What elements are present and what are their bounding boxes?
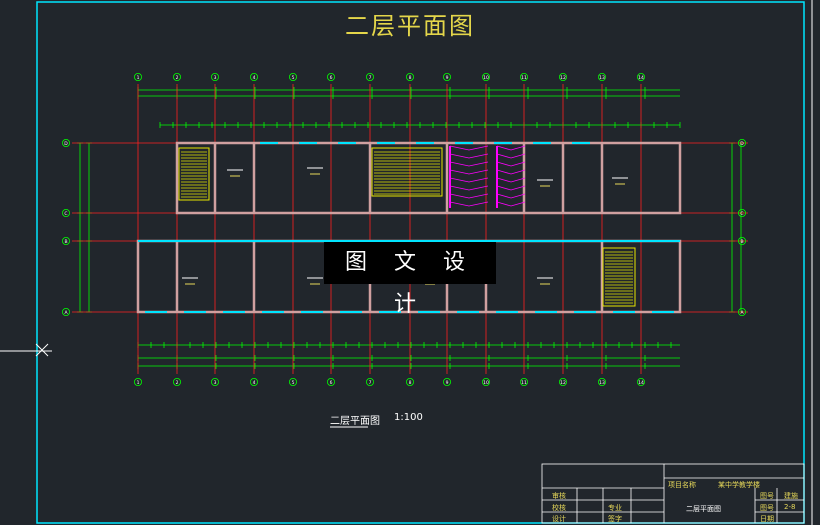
axis-number: 10 [483, 75, 489, 81]
axis-number: 9 [446, 380, 449, 386]
toilet-fixture [449, 193, 489, 199]
axis-number: 14 [638, 380, 644, 386]
drawing-scale: 1:100 [394, 412, 423, 423]
axis-letter: C [740, 211, 743, 217]
axis-letter: B [64, 239, 67, 245]
toilet-fixture [496, 185, 526, 191]
toilets [449, 145, 526, 208]
tb-right-label-3: 日期 [760, 515, 774, 523]
axis-number: 3 [214, 75, 217, 81]
axis-number: 8 [409, 75, 412, 81]
north-wing-walls [175, 141, 682, 215]
tb-row-label-2: 校核 [552, 504, 566, 512]
axis-number: 12 [560, 75, 566, 81]
axis-letter: D [64, 141, 68, 147]
axis-number: 5 [292, 75, 295, 81]
axis-number: 2 [176, 380, 179, 386]
toilet-fixture [449, 201, 489, 207]
axis-number: 6 [330, 75, 333, 81]
toilet-fixture [449, 161, 489, 167]
tb-right-value-1: 建施 [784, 492, 798, 500]
drawing-caption: 二层平面图 [330, 416, 380, 427]
drawing-title: 二层平面图 [345, 12, 475, 40]
axis-number: 2 [176, 75, 179, 81]
tb-mid-label-1: 专业 [608, 504, 622, 512]
axis-number: 13 [599, 380, 605, 386]
stair-outline [178, 147, 210, 201]
toilet-fixture [449, 145, 489, 151]
toilet-fixture [496, 193, 526, 199]
axis-letter: D [740, 141, 744, 147]
tb-project-label: 项目名称 [668, 481, 696, 489]
axis-number: 4 [253, 380, 256, 386]
toilet-fixture [449, 169, 489, 175]
tb-project-value: 某中学教学楼 [718, 481, 760, 489]
tb-right-value-2: 2-8 [784, 503, 796, 511]
tb-row-label-3: 设计 [552, 515, 566, 523]
axis-letter: C [64, 211, 67, 217]
toilet-fixture [496, 169, 526, 175]
axis-number: 7 [369, 75, 372, 81]
tb-mid-label-2: 签字 [608, 515, 622, 523]
toilet-fixture [496, 145, 526, 151]
toilet-fixture [496, 201, 526, 207]
axis-number: 3 [214, 380, 217, 386]
axis-number: 4 [253, 75, 256, 81]
tb-right-label-1: 图号 [760, 492, 774, 500]
crosshair-x-icon [35, 343, 49, 357]
tb-drawing-name: 二层平面图 [686, 505, 721, 513]
tb-right-label-2: 图号 [760, 504, 774, 512]
axis-number: 1 [137, 75, 140, 81]
toilet-fixture [449, 185, 489, 191]
toilet-fixture [496, 177, 526, 183]
axis-number: 10 [483, 380, 489, 386]
axis-letter: B [740, 239, 743, 245]
tb-row-label-1: 审核 [552, 492, 566, 500]
toilet-fixture [449, 177, 489, 183]
axis-number: 6 [330, 380, 333, 386]
toilet-fixture [449, 153, 489, 159]
axis-number: 8 [409, 380, 412, 386]
axis-number: 7 [369, 380, 372, 386]
axis-number: 5 [292, 380, 295, 386]
axis-number: 12 [560, 380, 566, 386]
axis-number: 13 [599, 75, 605, 81]
toilet-fixture [496, 161, 526, 167]
axis-number: 14 [638, 75, 644, 81]
watermark: 图 文 设 计 [324, 242, 496, 317]
axis-number: 11 [521, 380, 527, 386]
toilet-fixture [496, 153, 526, 159]
axis-number: 9 [446, 75, 449, 81]
axis-bubbles: 11223344556677889910101111121213131414D D… [62, 73, 747, 386]
axis-number: 1 [137, 380, 140, 386]
axis-number: 11 [521, 75, 527, 81]
